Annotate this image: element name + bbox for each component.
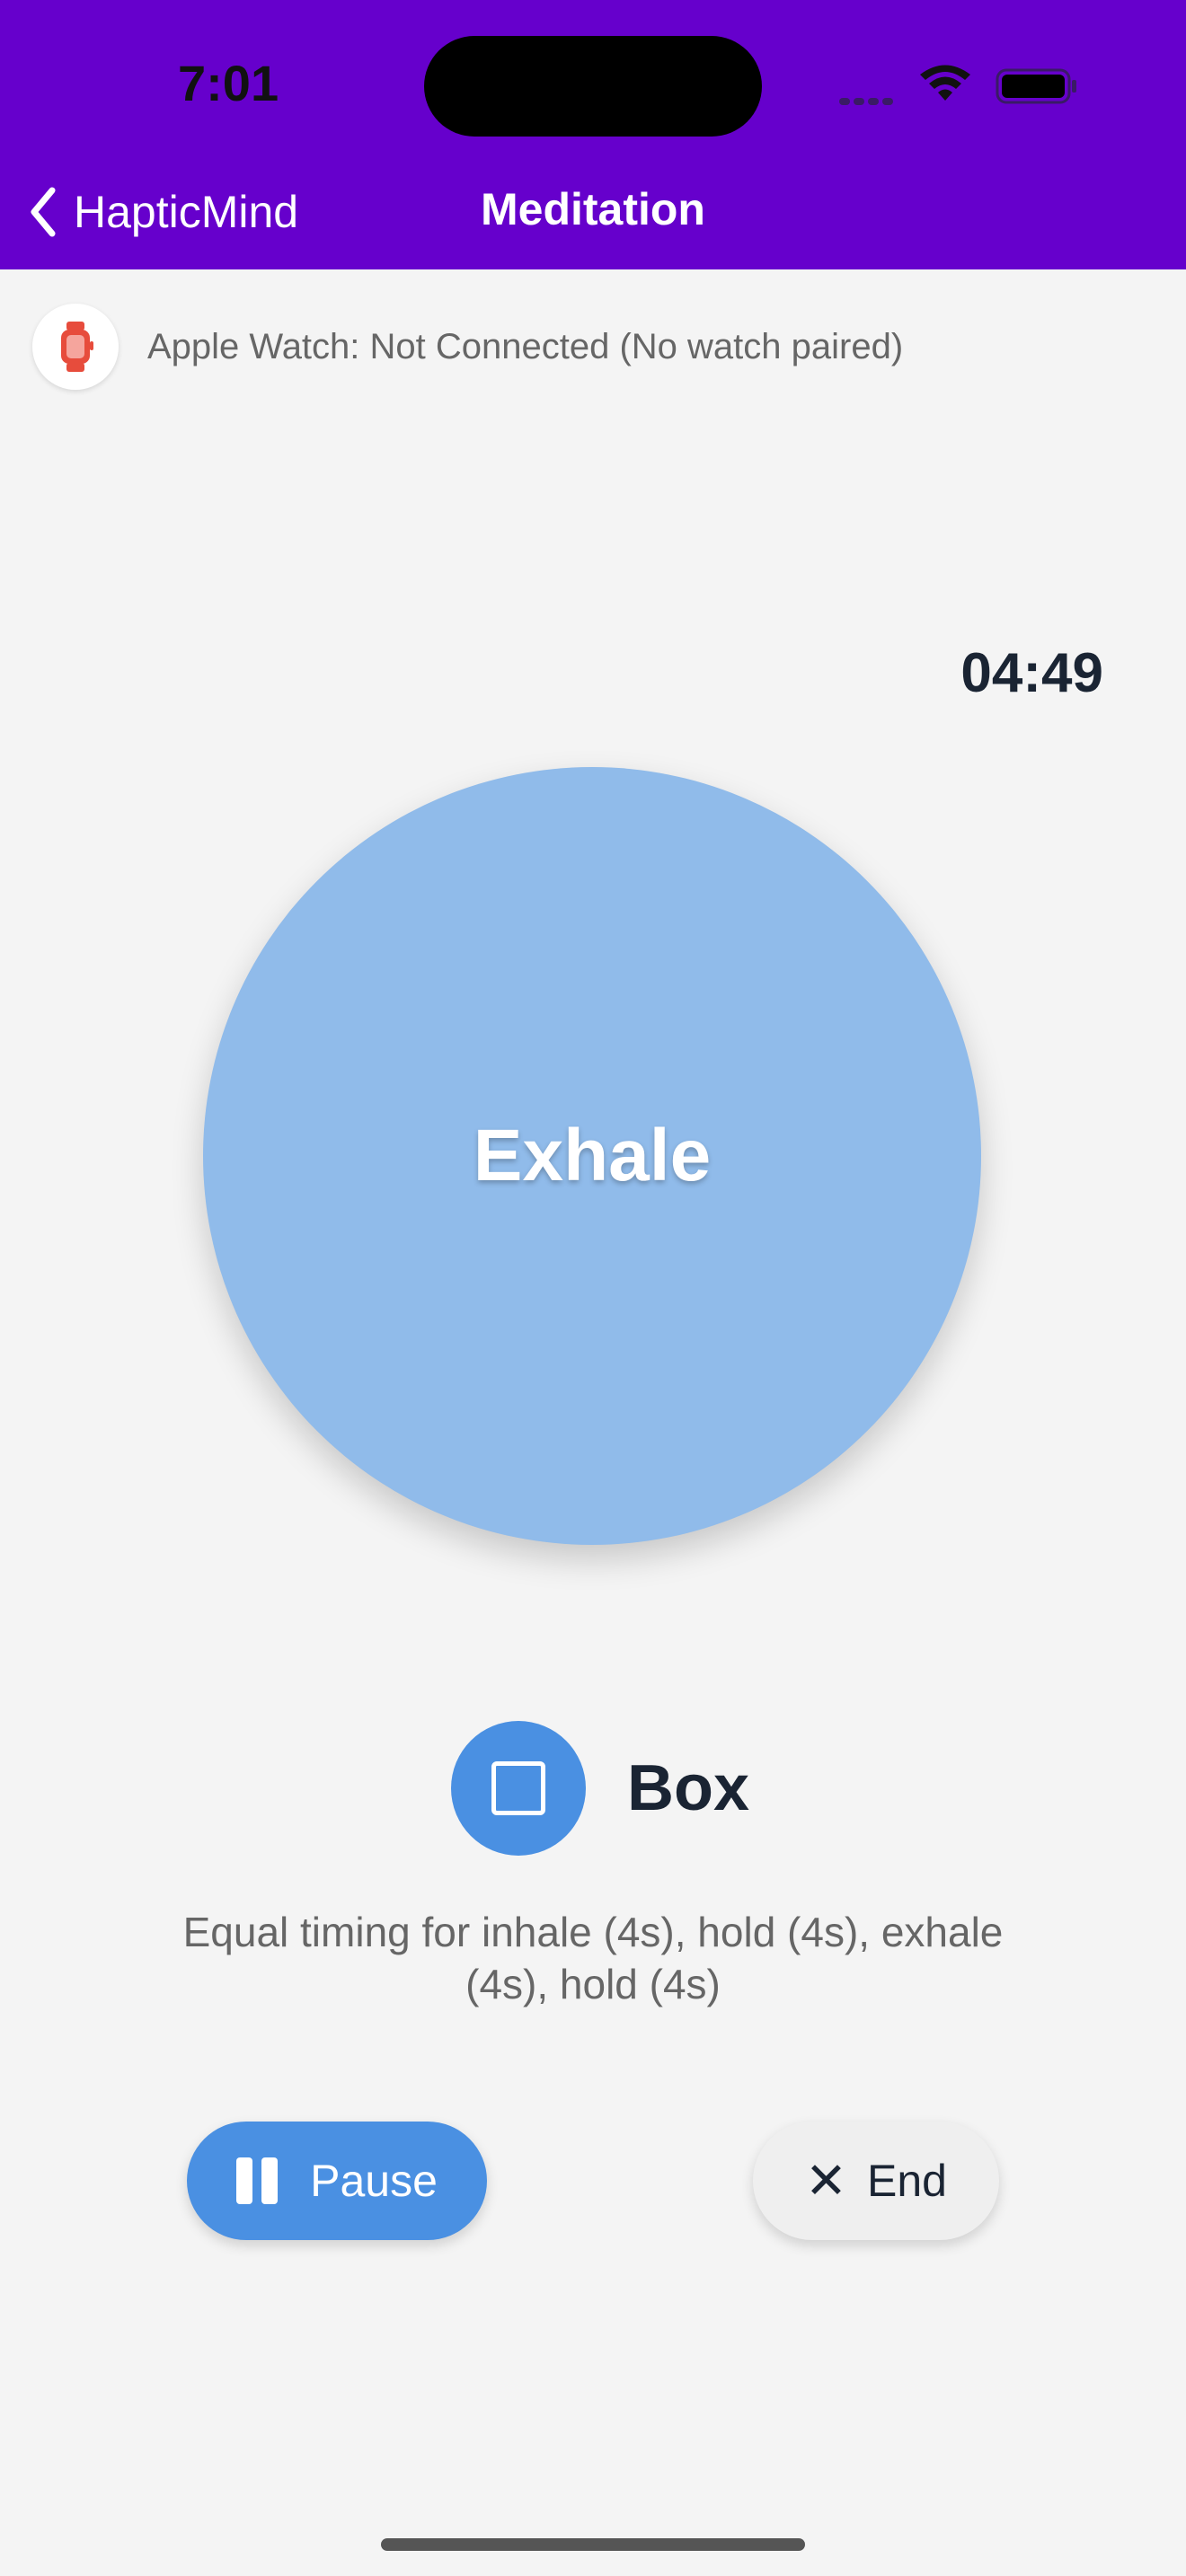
square-icon: [491, 1761, 545, 1815]
watch-status-row: Apple Watch: Not Connected (No watch pai…: [32, 304, 903, 390]
pattern-header: Box: [451, 1721, 749, 1856]
watch-icon: [61, 322, 93, 372]
status-time: 7:01: [178, 55, 279, 111]
end-button[interactable]: ✕ End: [753, 2122, 999, 2240]
pause-icon: [236, 2157, 287, 2204]
end-button-label: End: [866, 2156, 947, 2206]
breathing-circle: Exhale: [203, 767, 981, 1545]
dynamic-island: [424, 36, 762, 137]
breath-phase-label: Exhale: [473, 1115, 712, 1196]
pattern-description: Equal timing for inhale (4s), hold (4s),…: [182, 1909, 1004, 2007]
close-icon: ✕: [805, 2152, 847, 2209]
pause-button[interactable]: Pause: [187, 2122, 487, 2240]
wifi-icon: [920, 65, 970, 101]
page-title: Meditation: [481, 184, 705, 234]
cellular-signal-icon: [839, 93, 897, 110]
back-button[interactable]: HapticMind: [25, 176, 298, 248]
home-indicator[interactable]: [381, 2538, 805, 2551]
pattern-name: Box: [627, 1752, 750, 1824]
session-timer: 04:49: [960, 642, 1103, 704]
watch-status-icon-badge: [32, 304, 119, 390]
pause-button-label: Pause: [310, 2156, 438, 2206]
battery-icon: [996, 68, 1076, 104]
pattern-icon-badge: [451, 1721, 586, 1856]
chevron-left-icon: [31, 187, 56, 237]
back-button-label: HapticMind: [74, 187, 299, 237]
header-bar: 7:01 HapticMind Meditation: [0, 0, 1186, 269]
watch-status-text: Apple Watch: Not Connected (No watch pai…: [147, 326, 904, 366]
